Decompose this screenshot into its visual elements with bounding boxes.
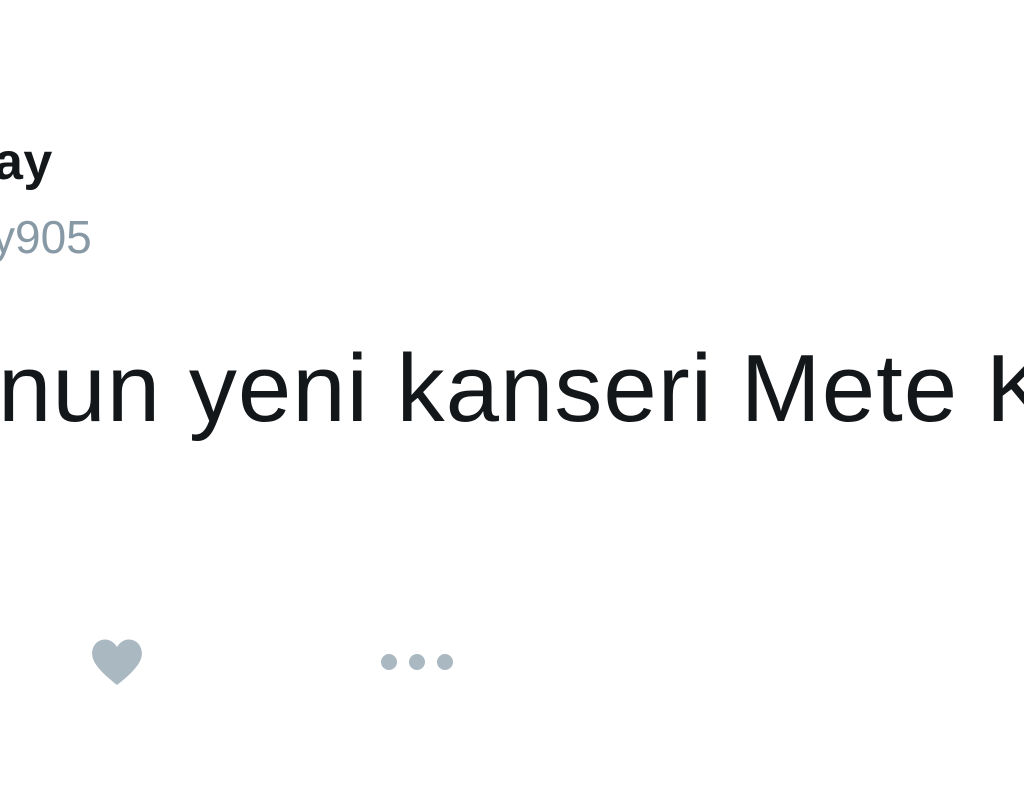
- tweet-card: ay y905 nun yeni kanseri Mete K: [0, 0, 1024, 800]
- more-options-icon: [381, 654, 453, 670]
- author-handle[interactable]: y905: [0, 210, 92, 264]
- tweet-actions: [0, 630, 1024, 700]
- like-button[interactable]: [84, 630, 150, 694]
- heart-icon: [92, 639, 142, 685]
- more-options-button[interactable]: [372, 630, 462, 694]
- author-display-name[interactable]: ay: [0, 132, 53, 192]
- tweet-text: nun yeni kanseri Mete K: [0, 335, 1024, 442]
